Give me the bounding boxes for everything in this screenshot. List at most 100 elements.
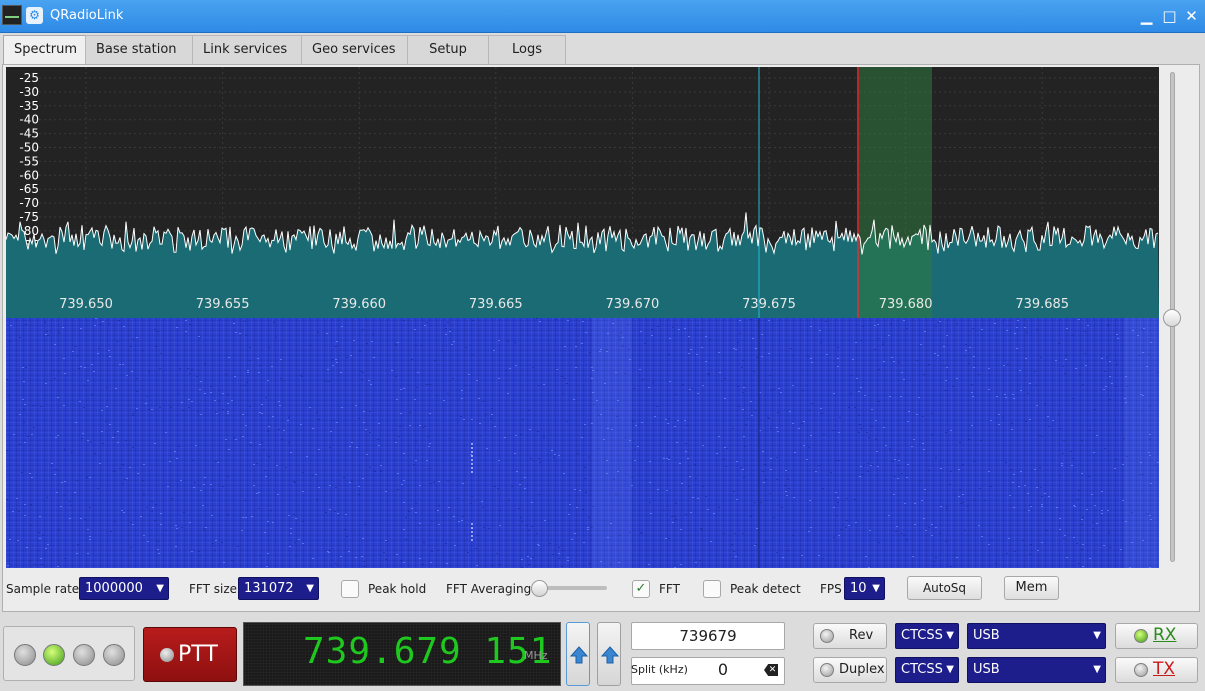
waterfall-noise-pixel [1109, 547, 1111, 548]
waterfall-display[interactable] [6, 318, 1159, 568]
mem-button[interactable]: Mem [1004, 576, 1059, 600]
fft-averaging-slider-handle[interactable] [531, 580, 548, 597]
waterfall-noise-pixel [457, 498, 459, 499]
waterfall-noise-pixel [718, 507, 720, 508]
rev-button[interactable]: Rev [813, 623, 887, 649]
waterfall-noise-pixel [427, 436, 429, 437]
sample-rate-select[interactable]: 1000000 ▼ [79, 577, 169, 600]
waterfall-noise-pixel [842, 566, 844, 567]
waterfall-noise-pixel [329, 485, 331, 486]
tab-setup[interactable]: Setup [407, 35, 489, 65]
waterfall-noise-pixel [668, 354, 670, 355]
waterfall-noise-pixel [702, 445, 704, 446]
frequency-entry[interactable]: 739679 [631, 622, 785, 650]
freq-tick-label: 739.660 [332, 297, 386, 312]
fft-size-select[interactable]: 131072 ▼ [238, 577, 319, 600]
waterfall-noise-pixel [259, 412, 261, 413]
waterfall-noise-pixel [555, 368, 557, 369]
waterfall-noise-pixel [736, 461, 738, 462]
waterfall-noise-pixel [809, 410, 811, 411]
waterfall-noise-pixel [778, 388, 780, 389]
tab-geo-services[interactable]: Geo services [301, 35, 408, 65]
close-icon[interactable]: ✕ [1182, 7, 1201, 26]
waterfall-noise-pixel [87, 529, 89, 530]
window-menu-icon[interactable]: ⚙ [26, 7, 43, 24]
waterfall-noise-pixel [690, 349, 692, 350]
waterfall-noise-pixel [889, 450, 891, 451]
peak-detect-checkbox[interactable] [703, 580, 721, 598]
waterfall-noise-pixel [521, 521, 523, 522]
waterfall-noise-pixel [97, 488, 99, 489]
waterfall-noise-pixel [935, 326, 937, 327]
waterfall-noise-pixel [343, 477, 345, 478]
waterfall-noise-pixel [97, 353, 99, 354]
tab-logs[interactable]: Logs [488, 35, 566, 65]
mode-tx-select[interactable]: USB ▼ [967, 657, 1106, 683]
tab-base-station[interactable]: Base station [85, 35, 193, 65]
tune-up-button[interactable] [566, 622, 590, 686]
fft-checkbox[interactable]: ✓ [632, 580, 650, 598]
waterfall-noise-pixel [874, 325, 876, 326]
waterfall-noise-pixel [1058, 414, 1060, 415]
waterfall-noise-pixel [408, 511, 410, 512]
waterfall-noise-pixel [1048, 426, 1050, 427]
tab-link-services[interactable]: Link services [192, 35, 302, 65]
maximize-icon[interactable]: □ [1160, 7, 1179, 26]
waterfall-noise-pixel [921, 500, 923, 501]
waterfall-noise-pixel [566, 421, 568, 422]
tx-button[interactable]: TX [1115, 657, 1198, 683]
waterfall-noise-pixel [969, 347, 971, 348]
waterfall-noise-pixel [199, 337, 201, 338]
waterfall-noise-pixel [63, 358, 65, 359]
waterfall-noise-pixel [256, 463, 258, 464]
waterfall-noise-pixel [563, 473, 565, 474]
waterfall-noise-pixel [471, 419, 473, 420]
waterfall-noise-pixel [743, 387, 745, 388]
waterfall-noise-pixel [820, 408, 822, 409]
rx-button[interactable]: RX [1115, 623, 1198, 649]
ctcss-rx-select[interactable]: CTCSS ▼ [895, 623, 959, 649]
waterfall-noise-pixel [888, 335, 890, 336]
waterfall-noise-pixel [640, 331, 642, 332]
waterfall-noise-pixel [89, 477, 91, 478]
waterfall-noise-pixel [564, 378, 566, 379]
waterfall-noise-pixel [415, 441, 417, 442]
duplex-button[interactable]: Duplex [813, 657, 887, 683]
tune-step-button[interactable] [597, 622, 621, 686]
waterfall-noise-pixel [293, 481, 295, 482]
waterfall-noise-pixel [25, 367, 27, 368]
fps-select[interactable]: 10 ▼ [844, 577, 885, 600]
waterfall-noise-pixel [551, 450, 553, 451]
mode-rx-select[interactable]: USB ▼ [967, 623, 1106, 649]
split-input[interactable]: 0 [690, 658, 756, 683]
waterfall-noise-pixel [268, 347, 270, 348]
peak-hold-checkbox[interactable] [341, 580, 359, 598]
waterfall-noise-pixel [1107, 324, 1109, 325]
waterfall-noise-pixel [345, 514, 347, 515]
spectrum-plot[interactable]: -25-30-35-40-45-50-55-60-65-70-75-80-85-… [6, 67, 1159, 318]
waterfall-noise-pixel [216, 413, 218, 414]
autosq-button[interactable]: AutoSq [907, 576, 982, 600]
waterfall-noise-pixel [57, 435, 59, 436]
waterfall-noise-pixel [403, 320, 405, 321]
waterfall-noise-pixel [897, 478, 899, 479]
waterfall-noise-pixel [119, 468, 121, 469]
waterfall-noise-pixel [536, 318, 538, 319]
waterfall-noise-pixel [718, 352, 720, 353]
waterfall-noise-pixel [154, 443, 156, 444]
ctcss-tx-select[interactable]: CTCSS ▼ [895, 657, 959, 683]
ptt-button[interactable]: PTT [143, 627, 237, 682]
waterfall-noise-pixel [302, 543, 304, 544]
minimize-icon[interactable]: ▁ [1137, 7, 1156, 26]
waterfall-noise-pixel [191, 369, 193, 370]
waterfall-noise-pixel [1041, 436, 1043, 437]
waterfall-noise-pixel [798, 428, 800, 429]
waterfall-noise-pixel [24, 404, 26, 405]
waterfall-noise-pixel [952, 386, 954, 387]
waterfall-noise-pixel [44, 395, 46, 396]
spectrum-split-slider-handle[interactable] [1163, 309, 1181, 327]
tab-spectrum[interactable]: Spectrum [3, 35, 86, 66]
waterfall-noise-pixel [470, 454, 472, 455]
waterfall-noise-pixel [1105, 386, 1107, 387]
waterfall-noise-pixel [233, 323, 235, 324]
